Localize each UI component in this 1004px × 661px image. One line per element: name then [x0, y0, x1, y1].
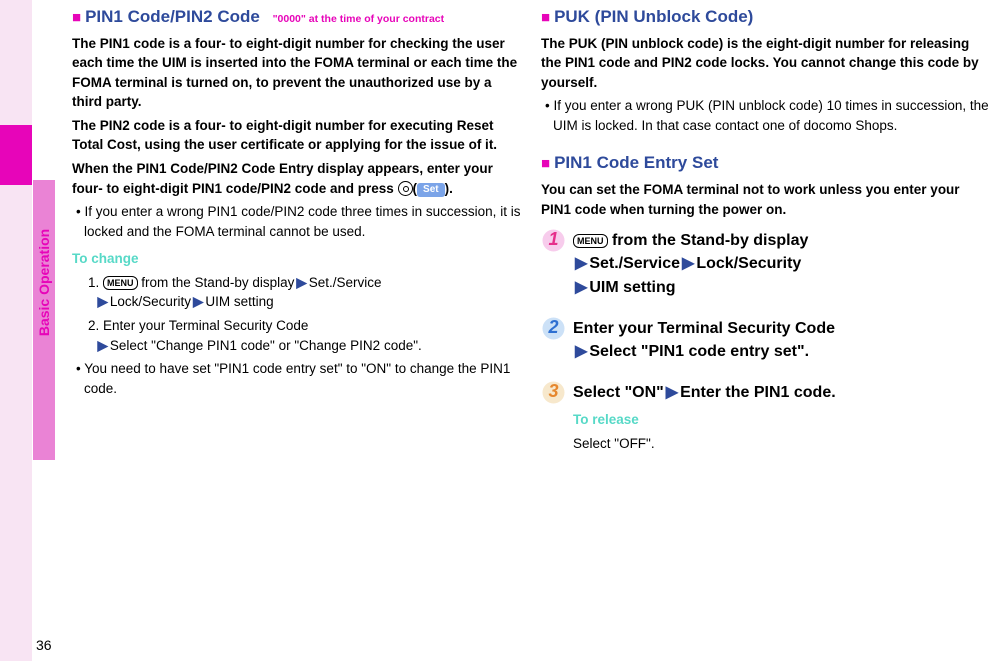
square-icon: ■: [72, 9, 81, 26]
change-step-1: 1. MENU from the Stand-by display▶Set./S…: [88, 273, 523, 312]
step-3: 3 Select "ON"▶Enter the PIN1 code. To re…: [541, 381, 992, 453]
release-text: Select "OFF".: [573, 434, 992, 454]
path-lock-security: Lock/Security: [110, 294, 191, 309]
menu-key-icon: MENU: [573, 234, 608, 248]
step-3-select-on: Select "ON": [573, 384, 664, 401]
puk-title-text: PUK (PIN Unblock Code): [554, 7, 753, 26]
step-1-text: MENU from the Stand-by display ▶Set./Ser…: [573, 229, 992, 299]
change-step-2-text: 2. Enter your Terminal Security Code: [88, 318, 308, 333]
step-2: 2 Enter your Terminal Security Code ▶Sel…: [541, 317, 992, 363]
center-key-icon: [398, 181, 413, 196]
right-column: ■PUK (PIN Unblock Code) The PUK (PIN unb…: [541, 5, 992, 457]
step-2-select: Select "PIN1 code entry set".: [589, 343, 809, 360]
step-number-2: 2: [541, 316, 566, 341]
pin1-description: The PIN1 code is a four- to eight-digit …: [72, 34, 523, 112]
change-step-1-text: from the Stand-by display: [138, 275, 295, 290]
step-3-text: Select "ON"▶Enter the PIN1 code.: [573, 381, 992, 404]
entry-set-description: You can set the FOMA terminal not to wor…: [541, 180, 992, 219]
step-number-1: 1: [541, 228, 566, 253]
step-number-3: 3: [541, 380, 566, 405]
path-uim-setting: UIM setting: [205, 294, 273, 309]
square-icon: ■: [541, 9, 550, 26]
side-tab-label: Basic Operation: [34, 314, 54, 336]
wrong-pin-note: • If you enter a wrong PIN1 code/PIN2 co…: [72, 202, 523, 241]
arrow-icon: ▶: [682, 255, 694, 272]
step-1-from: from the Stand-by display: [608, 232, 809, 249]
to-change-heading: To change: [72, 249, 523, 269]
pin-entry-text-c: ).: [445, 181, 453, 196]
change-step-1-num: 1.: [88, 275, 99, 290]
set-badge: Set: [417, 183, 445, 197]
pin2-description: The PIN2 code is a four- to eight-digit …: [72, 116, 523, 155]
puk-description: The PUK (PIN unblock code) is the eight-…: [541, 34, 992, 93]
page-number: 36: [36, 635, 52, 655]
left-column: ■PIN1 Code/PIN2 Code "0000" at the time …: [72, 5, 523, 457]
puk-title: ■PUK (PIN Unblock Code): [541, 5, 992, 30]
step-1-lock-security: Lock/Security: [696, 255, 801, 272]
pink-side-strip: [0, 0, 32, 661]
arrow-icon: ▶: [575, 343, 587, 360]
step-1: 1 MENU from the Stand-by display ▶Set./S…: [541, 229, 992, 299]
arrow-icon: ▶: [666, 384, 678, 401]
menu-key-icon: MENU: [103, 276, 138, 290]
entry-set-title: ■PIN1 Code Entry Set: [541, 151, 992, 176]
change-step-2: 2. Enter your Terminal Security Code ▶Se…: [88, 316, 523, 355]
step-2-enter-code: Enter your Terminal Security Code: [573, 320, 835, 337]
step-2-text: Enter your Terminal Security Code ▶Selec…: [573, 317, 992, 363]
path-set-service: Set./Service: [309, 275, 382, 290]
square-icon: ■: [541, 155, 550, 172]
pin-code-title-text: PIN1 Code/PIN2 Code: [85, 7, 260, 26]
step-1-set-service: Set./Service: [589, 255, 680, 272]
step-1-uim: UIM setting: [589, 279, 675, 296]
arrow-icon: ▶: [193, 294, 203, 309]
pin-entry-instruction: When the PIN1 Code/PIN2 Code Entry displ…: [72, 159, 523, 198]
step-3-enter-pin: Enter the PIN1 code.: [680, 384, 836, 401]
contract-note: "0000" at the time of your contract: [273, 13, 445, 25]
pin-code-title: ■PIN1 Code/PIN2 Code "0000" at the time …: [72, 5, 523, 30]
entry-set-title-text: PIN1 Code Entry Set: [554, 153, 718, 172]
arrow-icon: ▶: [98, 338, 108, 353]
arrow-icon: ▶: [575, 255, 587, 272]
to-release-heading: To release: [573, 410, 992, 430]
magenta-side-block: [0, 125, 32, 185]
arrow-icon: ▶: [296, 275, 306, 290]
pin1-on-note: • You need to have set "PIN1 code entry …: [72, 359, 523, 398]
change-step-2-select: Select "Change PIN1 code" or "Change PIN…: [110, 338, 422, 353]
arrow-icon: ▶: [98, 294, 108, 309]
puk-bullet: • If you enter a wrong PUK (PIN unblock …: [541, 96, 992, 135]
arrow-icon: ▶: [575, 279, 587, 296]
change-steps: 1. MENU from the Stand-by display▶Set./S…: [72, 273, 523, 355]
